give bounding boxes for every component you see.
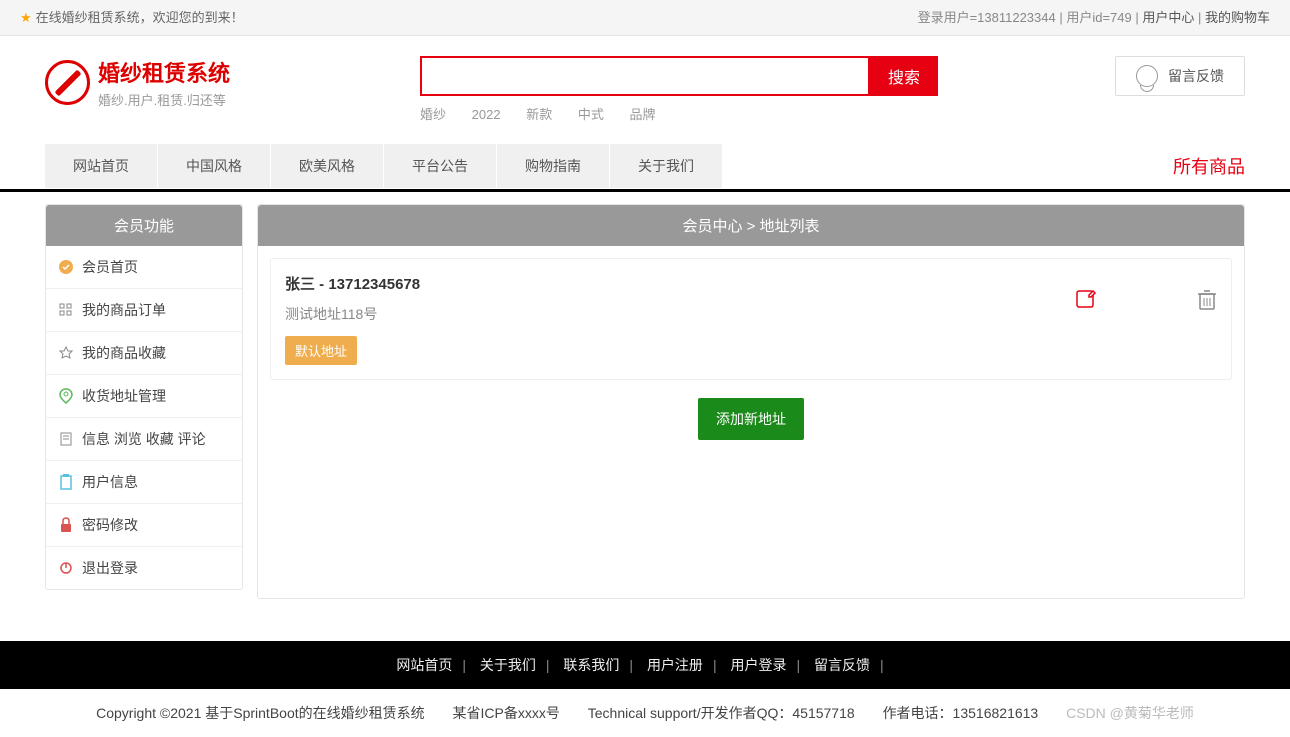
watermark: CSDN @黄菊华老师 bbox=[1066, 705, 1194, 721]
nav-western[interactable]: 欧美风格 bbox=[271, 144, 383, 188]
footer-link[interactable]: 留言反馈 bbox=[814, 657, 870, 673]
topbar: ★ 在线婚纱租赁系统，欢迎您的到来！ 登录用户=13811223344 | 用户… bbox=[0, 0, 1290, 36]
header: 婚纱租赁系统 婚纱.用户.租赁.归还等 搜索 婚纱 2022 新款 中式 品牌 … bbox=[0, 36, 1290, 123]
edit-icon[interactable] bbox=[1075, 289, 1097, 317]
breadcrumb: 会员中心 > 地址列表 bbox=[258, 205, 1244, 246]
sidebar-item-address[interactable]: 收货地址管理 bbox=[46, 375, 242, 418]
feedback-label: 留言反馈 bbox=[1168, 66, 1224, 86]
user-id: 用户id=749 bbox=[1066, 10, 1131, 25]
topbar-right: 登录用户=13811223344 | 用户id=749 | 用户中心 | 我的购… bbox=[918, 0, 1270, 35]
icp: 某省ICP备xxxx号 bbox=[453, 705, 560, 721]
sidebar-item-label: 退出登录 bbox=[82, 558, 138, 578]
grid-icon bbox=[58, 302, 74, 318]
footer-link[interactable]: 用户注册 bbox=[647, 657, 703, 673]
hot-word[interactable]: 2022 bbox=[472, 107, 501, 122]
address-card: 张三 - 13712345678 测试地址118号 默认地址 bbox=[270, 258, 1232, 380]
sidebar-item-home[interactable]: 会员首页 bbox=[46, 246, 242, 289]
delete-icon[interactable] bbox=[1197, 289, 1217, 317]
copyright: Copyright ©2021 基于SprintBoot的在线婚纱租赁系统 bbox=[96, 705, 425, 721]
phone: 作者电话：13516821613 bbox=[883, 705, 1039, 721]
main-nav: 网站首页 中国风格 欧美风格 平台公告 购物指南 关于我们 所有商品 bbox=[0, 143, 1290, 192]
logo-subtitle: 婚纱.用户.租赁.归还等 bbox=[98, 90, 230, 109]
nav-home[interactable]: 网站首页 bbox=[45, 144, 157, 188]
content: 会员中心 > 地址列表 张三 - 13712345678 测试地址118号 默认… bbox=[257, 204, 1245, 599]
nav-about[interactable]: 关于我们 bbox=[610, 144, 722, 188]
user-center-link[interactable]: 用户中心 bbox=[1142, 10, 1194, 25]
lock-icon bbox=[58, 517, 74, 533]
sidebar-item-label: 收货地址管理 bbox=[82, 386, 166, 406]
sidebar-item-label: 用户信息 bbox=[82, 472, 138, 492]
clipboard-icon bbox=[58, 474, 74, 490]
document-icon bbox=[58, 431, 74, 447]
sidebar-item-label: 会员首页 bbox=[82, 257, 138, 277]
login-user: 登录用户=13811223344 bbox=[918, 10, 1056, 25]
headset-icon bbox=[1136, 65, 1158, 87]
search-input[interactable] bbox=[420, 56, 870, 96]
main: 会员功能 会员首页 我的商品订单 我的商品收藏 收货地址管理 信息 浏览 收藏 … bbox=[0, 192, 1290, 611]
add-address-button[interactable]: 添加新地址 bbox=[698, 398, 804, 440]
sidebar-item-password[interactable]: 密码修改 bbox=[46, 504, 242, 547]
sidebar-title: 会员功能 bbox=[46, 205, 242, 246]
logo-title: 婚纱租赁系统 bbox=[98, 56, 230, 88]
search-button[interactable]: 搜索 bbox=[870, 56, 938, 96]
my-cart-link[interactable]: 我的购物车 bbox=[1205, 10, 1270, 25]
sidebar-item-orders[interactable]: 我的商品订单 bbox=[46, 289, 242, 332]
sidebar-item-label: 我的商品收藏 bbox=[82, 343, 166, 363]
location-icon bbox=[58, 388, 74, 404]
star-icon: ★ bbox=[20, 0, 32, 36]
welcome-text: 在线婚纱租赁系统，欢迎您的到来！ bbox=[36, 0, 244, 36]
sidebar-item-favorites[interactable]: 我的商品收藏 bbox=[46, 332, 242, 375]
nav-notice[interactable]: 平台公告 bbox=[384, 144, 496, 188]
hot-words: 婚纱 2022 新款 中式 品牌 bbox=[420, 104, 938, 123]
support: Technical support/开发作者QQ：45157718 bbox=[588, 705, 855, 721]
sidebar-item-info[interactable]: 信息 浏览 收藏 评论 bbox=[46, 418, 242, 461]
nav-chinese[interactable]: 中国风格 bbox=[158, 144, 270, 188]
sidebar-item-label: 密码修改 bbox=[82, 515, 138, 535]
logo-icon bbox=[45, 60, 90, 105]
footer-link[interactable]: 用户登录 bbox=[730, 657, 786, 673]
sidebar-item-label: 信息 浏览 收藏 评论 bbox=[82, 429, 206, 449]
footer-link[interactable]: 联系我们 bbox=[563, 657, 619, 673]
sidebar-item-user[interactable]: 用户信息 bbox=[46, 461, 242, 504]
search-area: 搜索 婚纱 2022 新款 中式 品牌 bbox=[420, 56, 938, 123]
nav-all-products[interactable]: 所有商品 bbox=[1173, 143, 1245, 189]
sidebar: 会员功能 会员首页 我的商品订单 我的商品收藏 收货地址管理 信息 浏览 收藏 … bbox=[45, 204, 243, 590]
home-icon bbox=[58, 259, 74, 275]
nav-guide[interactable]: 购物指南 bbox=[497, 144, 609, 188]
power-icon bbox=[58, 560, 74, 576]
star-icon bbox=[58, 345, 74, 361]
sidebar-item-label: 我的商品订单 bbox=[82, 300, 166, 320]
footer-info: Copyright ©2021 基于SprintBoot的在线婚纱租赁系统 某省… bbox=[0, 689, 1290, 737]
hot-word[interactable]: 品牌 bbox=[629, 107, 655, 122]
footer-nav: 网站首页| 关于我们| 联系我们| 用户注册| 用户登录| 留言反馈| bbox=[0, 641, 1290, 689]
footer-link[interactable]: 网站首页 bbox=[396, 657, 452, 673]
sidebar-item-logout[interactable]: 退出登录 bbox=[46, 547, 242, 589]
hot-word[interactable]: 中式 bbox=[578, 107, 604, 122]
footer-link[interactable]: 关于我们 bbox=[480, 657, 536, 673]
hot-word[interactable]: 新款 bbox=[526, 107, 552, 122]
topbar-welcome: ★ 在线婚纱租赁系统，欢迎您的到来！ bbox=[20, 0, 244, 35]
hot-word[interactable]: 婚纱 bbox=[420, 107, 446, 122]
default-badge: 默认地址 bbox=[285, 336, 357, 365]
feedback-button[interactable]: 留言反馈 bbox=[1115, 56, 1245, 96]
logo[interactable]: 婚纱租赁系统 婚纱.用户.租赁.归还等 bbox=[45, 56, 230, 109]
